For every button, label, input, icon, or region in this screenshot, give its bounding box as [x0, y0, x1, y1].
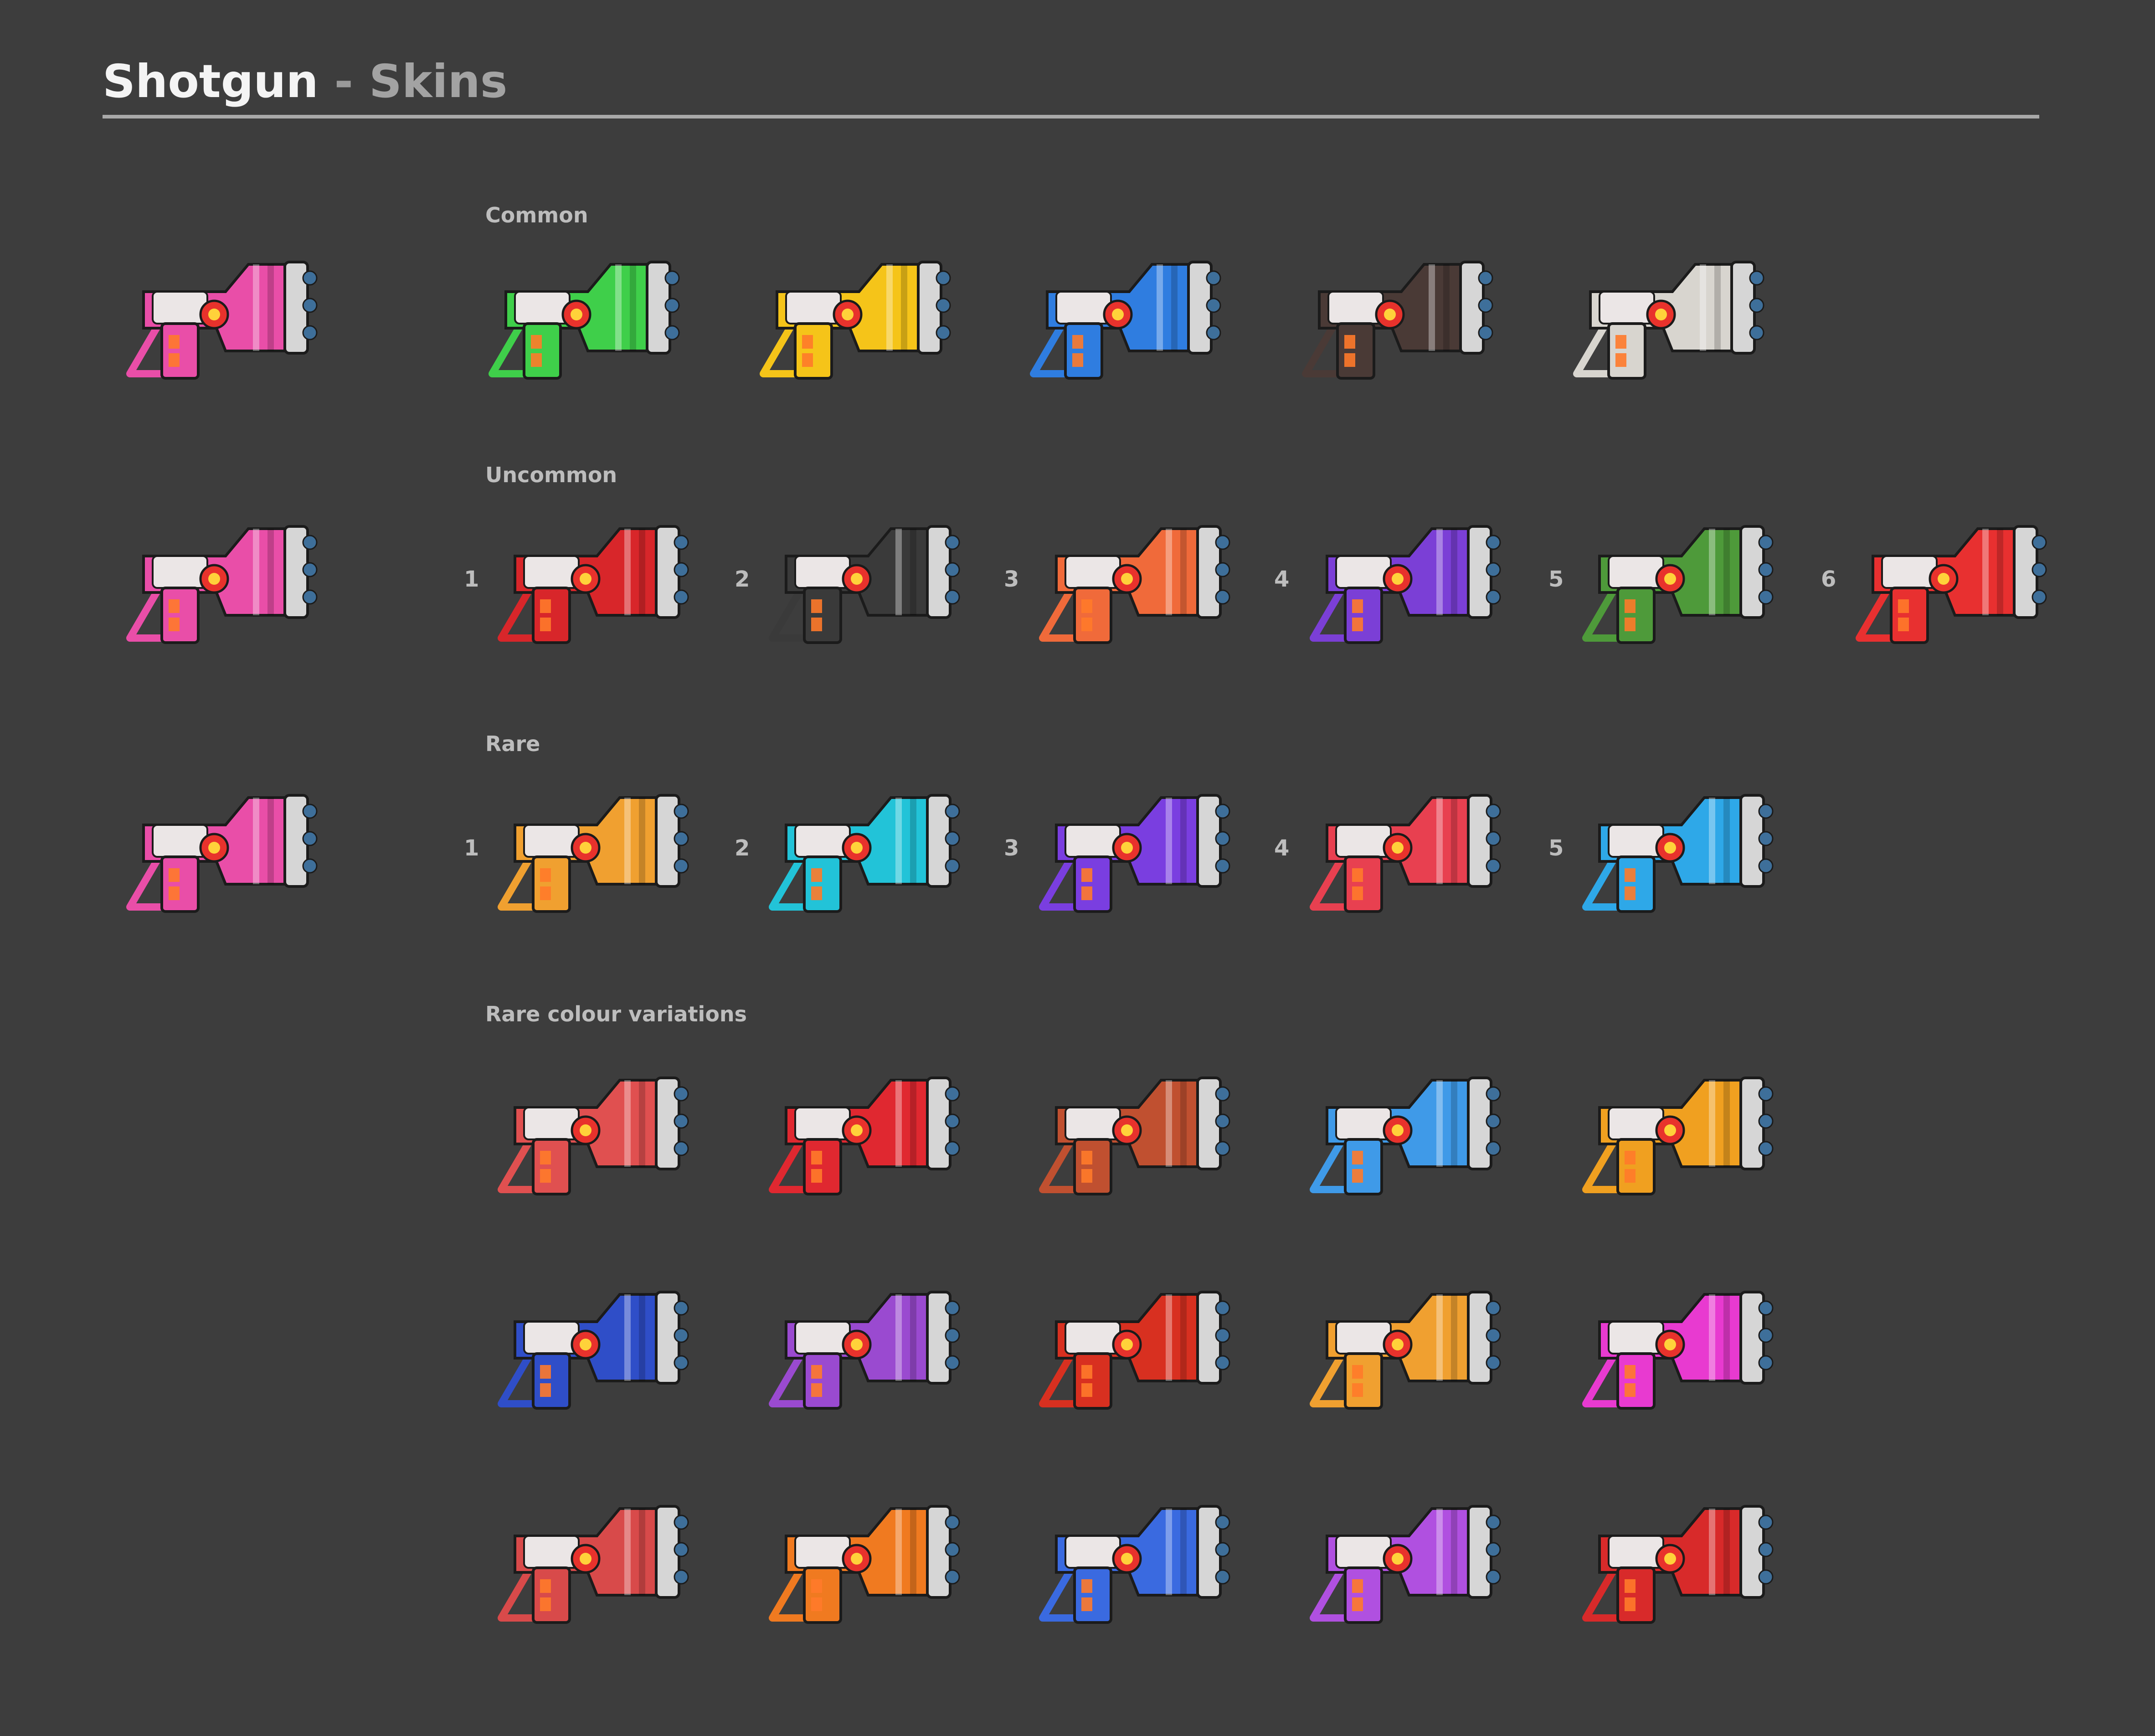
uncommon-skin-4[interactable] — [1286, 501, 1505, 652]
shotgun-skin-icon — [769, 1291, 960, 1410]
shotgun-skin-icon — [126, 261, 318, 380]
shotgun-skin-icon — [1039, 1505, 1230, 1624]
shotgun-skin-icon — [498, 1291, 689, 1410]
shotgun-skin-icon — [769, 1077, 960, 1195]
section-label-rare-variations: Rare colour variations — [485, 1002, 747, 1026]
rare-variation-3-4[interactable] — [1286, 1481, 1505, 1632]
rare-variation-1-5[interactable] — [1558, 1053, 1777, 1203]
shotgun-skin-icon — [1310, 1291, 1501, 1410]
shotgun-skin-icon — [769, 794, 960, 913]
header-divider — [103, 115, 2039, 118]
section-label-uncommon: Uncommon — [485, 463, 617, 487]
base-skin-rare[interactable] — [103, 770, 321, 921]
title-separator: - — [334, 55, 354, 108]
rare-variation-2-3[interactable] — [1015, 1267, 1234, 1417]
rare-variation-1-3[interactable] — [1015, 1053, 1234, 1203]
page-header: Shotgun - Skins — [103, 55, 507, 108]
shotgun-skin-icon — [1582, 1077, 1774, 1195]
rare-variation-2-1[interactable] — [474, 1267, 693, 1417]
rare-variation-2-4[interactable] — [1286, 1267, 1505, 1417]
uncommon-skin-5[interactable] — [1558, 501, 1777, 652]
shotgun-skin-icon — [1582, 1505, 1774, 1624]
rare-variation-1-4[interactable] — [1286, 1053, 1505, 1203]
rare-skin-5[interactable] — [1558, 770, 1777, 921]
rare-variation-3-3[interactable] — [1015, 1481, 1234, 1632]
shotgun-skin-icon — [1310, 1505, 1501, 1624]
uncommon-skin-3[interactable] — [1015, 501, 1234, 652]
rare-variation-2-2[interactable] — [745, 1267, 964, 1417]
shotgun-skin-icon — [1039, 794, 1230, 913]
section-label-common: Common — [485, 203, 588, 227]
shotgun-skin-icon — [1582, 1291, 1774, 1410]
common-skin-5[interactable] — [1549, 237, 1768, 387]
shotgun-skin-icon — [126, 794, 318, 913]
shotgun-skin-icon — [760, 261, 951, 380]
section-label-rare: Rare — [485, 731, 540, 756]
shotgun-skin-icon — [1039, 1291, 1230, 1410]
shotgun-skin-icon — [498, 1077, 689, 1195]
shotgun-skin-icon — [1039, 525, 1230, 644]
rare-variation-1-1[interactable] — [474, 1053, 693, 1203]
shotgun-skin-icon — [1856, 525, 2047, 644]
page-subtitle: Skins — [369, 55, 508, 108]
shotgun-skin-icon — [126, 525, 318, 644]
uncommon-skin-2[interactable] — [745, 501, 964, 652]
shotgun-skin-icon — [1582, 794, 1774, 913]
common-skin-2[interactable] — [736, 237, 955, 387]
common-skin-4[interactable] — [1278, 237, 1497, 387]
uncommon-skin-6[interactable] — [1832, 501, 2051, 652]
shotgun-skin-icon — [498, 794, 689, 913]
shotgun-skin-icon — [1030, 261, 1221, 380]
common-skin-3[interactable] — [1006, 237, 1225, 387]
base-skin-common[interactable] — [103, 237, 321, 387]
shotgun-skin-icon — [1039, 1077, 1230, 1195]
shotgun-skin-icon — [769, 525, 960, 644]
shotgun-skin-icon — [1310, 525, 1501, 644]
shotgun-skin-icon — [769, 1505, 960, 1624]
page-title: Shotgun — [103, 55, 319, 108]
rare-variation-1-2[interactable] — [745, 1053, 964, 1203]
rare-skin-4[interactable] — [1286, 770, 1505, 921]
common-skin-1[interactable] — [465, 237, 684, 387]
rare-variation-3-2[interactable] — [745, 1481, 964, 1632]
rare-skin-2[interactable] — [745, 770, 964, 921]
shotgun-skin-icon — [498, 525, 689, 644]
uncommon-skin-1[interactable] — [474, 501, 693, 652]
rare-variation-3-5[interactable] — [1558, 1481, 1777, 1632]
rare-skin-3[interactable] — [1015, 770, 1234, 921]
shotgun-skin-icon — [1302, 261, 1493, 380]
shotgun-skin-icon — [1310, 1077, 1501, 1195]
shotgun-skin-icon — [498, 1505, 689, 1624]
rare-variation-3-1[interactable] — [474, 1481, 693, 1632]
shotgun-skin-icon — [1573, 261, 1764, 380]
rare-variation-2-5[interactable] — [1558, 1267, 1777, 1417]
rare-skin-1[interactable] — [474, 770, 693, 921]
shotgun-skin-icon — [1310, 794, 1501, 913]
shotgun-skin-icon — [489, 261, 680, 380]
base-skin-uncommon[interactable] — [103, 501, 321, 652]
shotgun-skin-icon — [1582, 525, 1774, 644]
